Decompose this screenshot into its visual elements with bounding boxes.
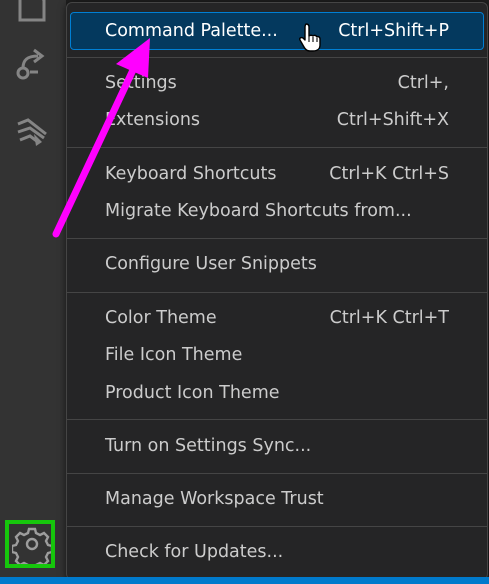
menu-separator [67,473,487,474]
remote-icon[interactable] [12,44,52,84]
menu-item-keyboard-shortcuts[interactable]: Keyboard Shortcuts Ctrl+K Ctrl+S [71,156,483,192]
gear-highlight-box [5,520,55,568]
menu-item-extensions[interactable]: Extensions Ctrl+Shift+X [71,102,483,138]
menu-item-color-theme[interactable]: Color Theme Ctrl+K Ctrl+T [71,300,483,336]
menu-item-label: Command Palette... [105,21,278,41]
menu-item-shortcut: Ctrl+K Ctrl+T [329,308,449,328]
menu-item-shortcut: Ctrl+Shift+P [338,21,449,41]
menu-separator [67,292,487,293]
menu-separator [67,419,487,420]
menu-separator [67,238,487,239]
menu-separator [67,526,487,527]
menu-item-shortcut: Ctrl+K Ctrl+S [329,164,449,184]
manage-context-menu: Command Palette... Ctrl+Shift+P Settings… [66,2,488,580]
menu-item-check-for-updates[interactable]: Check for Updates... [71,534,483,570]
menu-item-label: Migrate Keyboard Shortcuts from... [105,201,412,221]
menu-item-label: Product Icon Theme [105,383,280,403]
menu-item-manage-workspace-trust[interactable]: Manage Workspace Trust [71,481,483,517]
menu-item-file-icon-theme[interactable]: File Icon Theme [71,337,483,373]
menu-separator [67,57,487,58]
menu-item-label: Manage Workspace Trust [105,489,324,509]
status-bar [0,577,489,584]
explorer-icon[interactable] [12,0,52,26]
menu-item-configure-user-snippets[interactable]: Configure User Snippets [71,246,483,282]
menu-item-command-palette[interactable]: Command Palette... Ctrl+Shift+P [70,12,484,50]
menu-separator [67,147,487,148]
activity-bar [0,0,66,584]
menu-item-label: Extensions [105,110,201,130]
menu-item-label: Color Theme [105,308,217,328]
menu-item-migrate-keyboard-shortcuts[interactable]: Migrate Keyboard Shortcuts from... [71,193,483,229]
menu-item-settings-sync[interactable]: Turn on Settings Sync... [71,428,483,464]
menu-item-label: Settings [105,73,177,93]
menu-item-shortcut: Ctrl+, [397,73,449,93]
menu-item-product-icon-theme[interactable]: Product Icon Theme [71,375,483,411]
menu-item-label: Turn on Settings Sync... [105,436,312,456]
menu-item-label: Configure User Snippets [105,254,317,274]
menu-item-label: File Icon Theme [105,345,243,365]
menu-item-settings[interactable]: Settings Ctrl+, [71,65,483,101]
menu-item-label: Keyboard Shortcuts [105,164,277,184]
hand-pointer-cursor-icon [299,23,321,52]
testing-icon[interactable] [12,112,52,152]
menu-item-shortcut: Ctrl+Shift+X [336,110,449,130]
menu-item-label: Check for Updates... [105,542,284,562]
